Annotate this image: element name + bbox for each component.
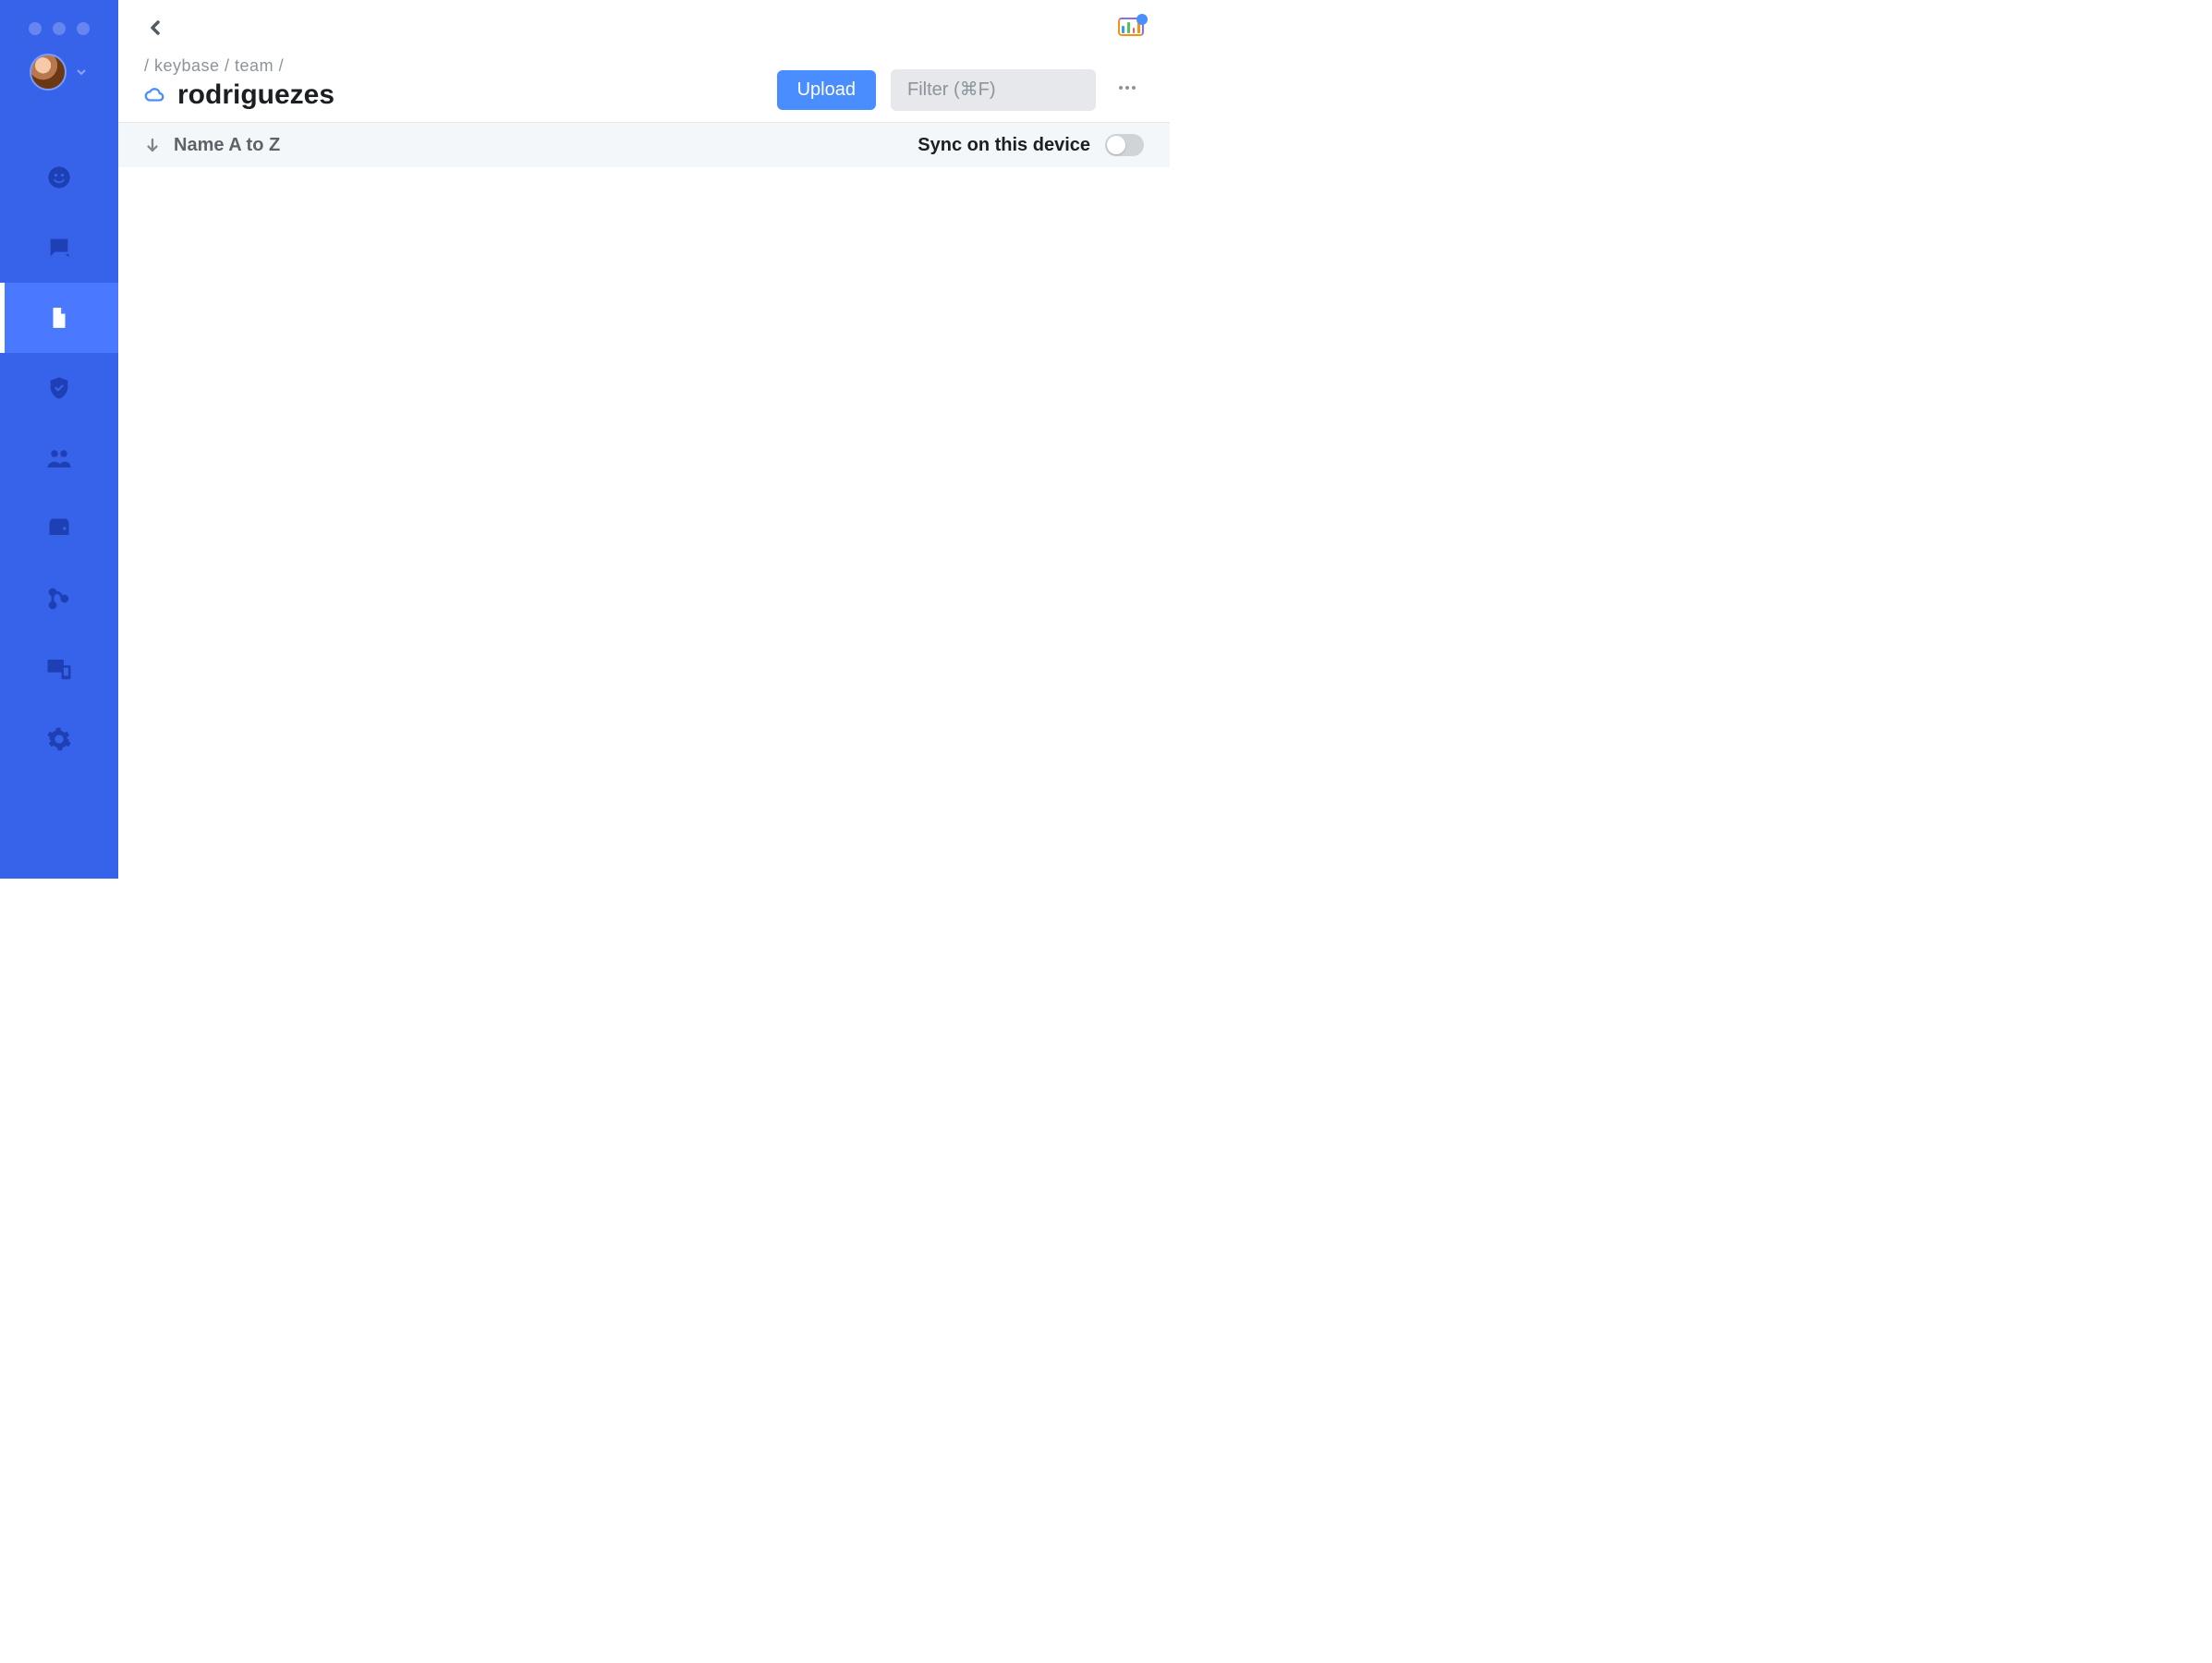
- toolbar: Name A to Z Sync on this device: [118, 123, 1170, 167]
- window-traffic-lights[interactable]: [0, 0, 118, 54]
- chat-icon: [46, 235, 72, 261]
- traffic-minimize[interactable]: [53, 22, 66, 35]
- files-icon: [47, 306, 71, 330]
- chevron-down-icon[interactable]: [74, 65, 89, 79]
- teams-icon: [45, 444, 73, 472]
- header-top: [144, 17, 1144, 43]
- cloud-icon: [144, 85, 164, 105]
- nav-people[interactable]: [0, 142, 118, 212]
- filter-input[interactable]: [891, 69, 1096, 111]
- wallet-icon: [46, 516, 72, 541]
- path-column: / keybase / team / rodriguezes: [144, 56, 334, 111]
- devices-icon: [45, 655, 73, 683]
- nav-chat[interactable]: [0, 212, 118, 283]
- sort-label: Name A to Z: [174, 135, 280, 156]
- toggle-knob: [1107, 136, 1125, 154]
- sync-label: Sync on this device: [918, 135, 1090, 156]
- main-panel: / keybase / team / rodriguezes Upload: [118, 0, 1170, 879]
- nav-crypto[interactable]: [0, 353, 118, 423]
- nav-devices[interactable]: [0, 634, 118, 704]
- nav-git[interactable]: [0, 564, 118, 634]
- traffic-close[interactable]: [29, 22, 42, 35]
- back-button[interactable]: [144, 17, 166, 43]
- nav-files[interactable]: [0, 283, 118, 353]
- chevron-left-icon: [144, 17, 166, 43]
- app-root: / keybase / team / rodriguezes Upload: [0, 0, 1170, 879]
- nav-list: [0, 142, 118, 774]
- breadcrumb[interactable]: / keybase / team /: [144, 56, 334, 76]
- nav-settings[interactable]: [0, 704, 118, 774]
- current-user[interactable]: [30, 54, 89, 91]
- sync-toggle[interactable]: [1105, 134, 1144, 156]
- nav-teams[interactable]: [0, 423, 118, 493]
- notification-dot: [1136, 14, 1148, 25]
- file-list-empty: [118, 167, 1170, 879]
- sync-group: Sync on this device: [918, 134, 1144, 156]
- avatar[interactable]: [30, 54, 67, 91]
- app-logo[interactable]: [1118, 18, 1144, 43]
- nav-wallet[interactable]: [0, 493, 118, 564]
- header: / keybase / team / rodriguezes Upload: [118, 0, 1170, 123]
- shield-icon: [46, 375, 72, 401]
- header-mid: / keybase / team / rodriguezes Upload: [144, 56, 1144, 111]
- people-icon: [46, 164, 72, 190]
- upload-button[interactable]: Upload: [777, 70, 876, 110]
- arrow-down-icon: [144, 137, 161, 153]
- folder-title: rodriguezes: [177, 79, 334, 111]
- more-button[interactable]: [1111, 71, 1144, 109]
- header-actions: Upload: [777, 69, 1144, 111]
- settings-icon: [46, 726, 72, 752]
- sort-button[interactable]: Name A to Z: [144, 135, 280, 156]
- sidebar: [0, 0, 118, 879]
- git-icon: [46, 586, 72, 612]
- title-row: rodriguezes: [144, 79, 334, 111]
- more-horizontal-icon: [1116, 77, 1138, 103]
- traffic-zoom[interactable]: [77, 22, 90, 35]
